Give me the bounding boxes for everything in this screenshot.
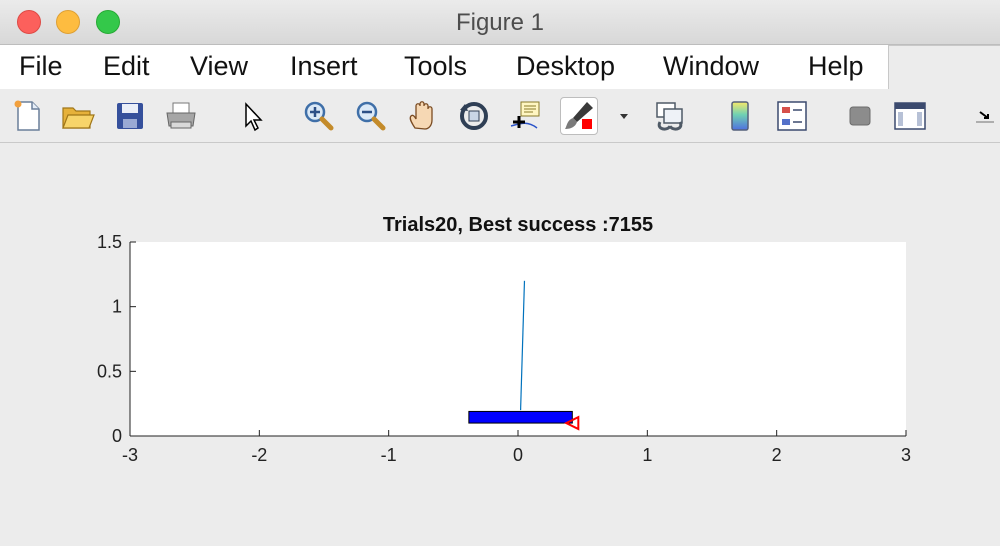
x-tick-label: -2 (251, 445, 267, 465)
x-tick-label: 1 (642, 445, 652, 465)
y-tick-label: 1.5 (97, 232, 122, 252)
x-tick-label: 2 (772, 445, 782, 465)
x-tick-label: -1 (381, 445, 397, 465)
y-tick-label: 0 (112, 426, 122, 446)
y-tick-label: 1 (112, 297, 122, 317)
x-tick-label: 3 (901, 445, 911, 465)
cart-rect (468, 410, 573, 424)
y-tick-label: 0.5 (97, 361, 122, 381)
x-tick-label: -3 (122, 445, 138, 465)
axes-plot: -3 -2 -1 0 1 2 3 0 0.5 1 1.5 (97, 232, 911, 465)
axes-background (130, 242, 906, 436)
x-tick-label: 0 (513, 445, 523, 465)
